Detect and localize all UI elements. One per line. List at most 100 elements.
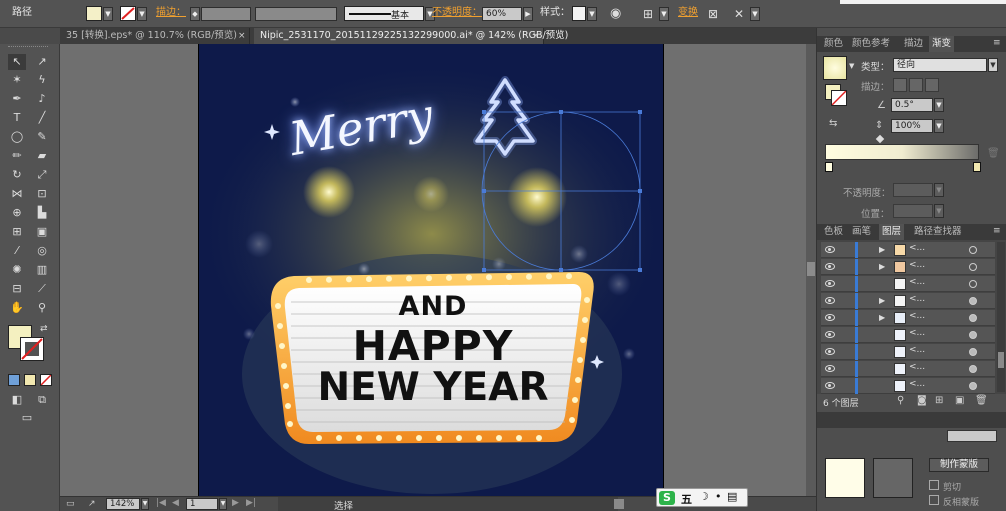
stroke-gradient-along-icon[interactable] — [909, 78, 923, 92]
gradient-slider-bar[interactable] — [825, 144, 979, 160]
style-swatch[interactable] — [572, 6, 586, 21]
curvature-tool-icon[interactable]: ♪ — [33, 91, 51, 107]
expand-arrow-icon[interactable]: ▶ — [879, 245, 885, 254]
stroke-dropdown[interactable]: ▼ — [137, 7, 147, 21]
mesh-tool-icon[interactable]: ⊞ — [8, 224, 26, 240]
artboard-nav-icon[interactable]: ▭ — [66, 499, 78, 509]
line-tool-icon[interactable]: ╱ — [33, 110, 51, 126]
target-icon[interactable] — [969, 297, 977, 305]
scale-tool-icon[interactable]: ⤢ — [33, 167, 51, 183]
zoom-tool-icon[interactable]: ⚲ — [33, 300, 51, 316]
h-scroll-thumb[interactable] — [614, 499, 624, 509]
transform-link[interactable]: 变换 — [678, 7, 698, 19]
share-icon[interactable]: ↗ — [88, 499, 100, 509]
direct-selection-tool-icon[interactable]: ↗ — [33, 54, 51, 70]
aspect-ratio-input[interactable]: 100% — [891, 119, 933, 133]
visibility-eye-icon[interactable] — [825, 280, 835, 287]
rotate-tool-icon[interactable]: ↻ — [8, 167, 26, 183]
stroke-gradient-within-icon[interactable] — [893, 78, 907, 92]
gradient-preview-dropdown[interactable]: ▼ — [849, 62, 854, 70]
delete-stop-icon[interactable]: 🗑 — [987, 148, 1000, 159]
target-icon[interactable] — [969, 280, 977, 288]
ellipse-tool-icon[interactable]: ◯ — [8, 129, 26, 145]
target-icon[interactable] — [969, 246, 977, 254]
gradient-opacity-dropdown[interactable]: ▼ — [934, 183, 944, 197]
aspect-ratio-dropdown[interactable]: ▼ — [934, 119, 944, 133]
visibility-eye-icon[interactable] — [825, 348, 835, 355]
align-dropdown[interactable]: ▼ — [659, 7, 669, 21]
expand-arrow-icon[interactable]: ▶ — [879, 313, 885, 322]
ime-toolbar[interactable]: S 五 ☽ • ▤ — [656, 488, 748, 507]
tab-doc-2[interactable]: Nipic_2531170_20151129225132299000.ai* @… — [254, 28, 568, 44]
prev-artboard-icon[interactable]: ◀ — [172, 498, 179, 508]
stroke-swatch-none-icon[interactable] — [120, 6, 136, 21]
tab-swatches[interactable]: 色板 — [821, 224, 846, 240]
stroke-color-box[interactable] — [20, 337, 44, 361]
layer-row[interactable]: ▶ <... — [821, 242, 995, 258]
layer-row[interactable]: ▶ <... — [821, 310, 995, 326]
angle-input[interactable]: 0.5° — [891, 98, 933, 112]
visibility-eye-icon[interactable] — [825, 314, 835, 321]
swap-colors-icon[interactable]: ⇄ — [40, 324, 48, 334]
fill-dropdown[interactable]: ▼ — [103, 7, 113, 21]
tab-stroke[interactable]: 描边 — [901, 36, 926, 52]
moon-icon[interactable]: ☽ — [699, 490, 709, 503]
visibility-eye-icon[interactable] — [825, 331, 835, 338]
gradient-stop-right[interactable] — [973, 162, 981, 172]
layer-row[interactable]: <... — [821, 378, 995, 394]
tab-gradient[interactable]: 渐变 — [929, 36, 955, 52]
artboard-tool-icon[interactable]: ⊟ — [8, 281, 26, 297]
gradient-tool-icon[interactable]: ▣ — [33, 224, 51, 240]
new-layer-icon[interactable]: ▣ — [955, 395, 964, 406]
tab-close-icon[interactable]: × — [238, 28, 246, 44]
artboard[interactable]: Merry AND HAPPY NEW YEAR — [198, 44, 664, 497]
target-icon[interactable] — [969, 314, 977, 322]
punctuation-icon[interactable]: • — [715, 490, 722, 503]
artboard-dropdown[interactable]: ▼ — [219, 498, 227, 510]
tab-doc-1[interactable]: 35 [转换].eps* @ 110.7% (RGB/预览) × — [60, 28, 250, 44]
visibility-eye-icon[interactable] — [825, 365, 835, 372]
layer-row[interactable]: ▶ <... — [821, 293, 995, 309]
selection-tool-icon[interactable]: ↖ — [8, 54, 26, 70]
layers-scrollbar[interactable] — [997, 242, 1005, 392]
expand-arrow-icon[interactable]: ▶ — [879, 296, 885, 305]
paintbrush-tool-icon[interactable]: ✎ — [33, 129, 51, 145]
pen-tool-icon[interactable]: ✒ — [8, 91, 26, 107]
gradient-type-select[interactable]: 径向 — [893, 58, 987, 72]
tab-color-guide[interactable]: 颜色参考 — [849, 36, 893, 52]
stroke-weight-field[interactable] — [201, 7, 251, 21]
magic-wand-tool-icon[interactable]: ✶ — [8, 72, 26, 88]
isolate-icon[interactable]: ⊠ — [708, 6, 724, 22]
eraser-tool-icon[interactable]: ▰ — [33, 148, 51, 164]
first-artboard-icon[interactable]: |◀ — [156, 498, 166, 508]
layer-row[interactable]: <... — [821, 327, 995, 343]
ime-mode[interactable]: 五 — [681, 491, 692, 507]
perspective-grid-tool-icon[interactable]: ▙ — [33, 205, 51, 221]
layer-row[interactable]: <... — [821, 361, 995, 377]
lasso-tool-icon[interactable]: ϟ — [33, 72, 51, 88]
type-tool-icon[interactable]: T — [8, 110, 26, 126]
none-mode-icon[interactable] — [40, 374, 52, 386]
slice-tool-icon[interactable]: ⟋ — [33, 281, 51, 297]
recolor-icon[interactable]: ◉ — [610, 6, 626, 22]
gradient-preview-swatch[interactable] — [823, 56, 847, 80]
opacity-input[interactable]: 60% — [482, 7, 522, 21]
color-mode-icon[interactable] — [8, 374, 20, 386]
opacity-dropdown[interactable]: ▶ — [523, 7, 533, 21]
target-icon[interactable] — [969, 382, 977, 390]
location-dropdown[interactable]: ▼ — [934, 204, 944, 218]
target-icon[interactable] — [969, 263, 977, 271]
tab-color[interactable]: 颜色 — [821, 36, 846, 52]
width-tool-icon[interactable]: ⋈ — [8, 186, 26, 202]
column-graph-tool-icon[interactable]: ▥ — [33, 262, 51, 278]
tab-layers[interactable]: 图层 — [879, 224, 905, 240]
panel-menu-icon[interactable]: ≡ — [993, 38, 1001, 48]
make-clip-mask-icon[interactable]: ◙ — [917, 395, 927, 406]
opacity-label[interactable]: 不透明度： — [432, 7, 482, 19]
eyedropper-tool-icon[interactable]: ⁄ — [8, 243, 26, 259]
gradient-opacity-input[interactable] — [893, 183, 933, 197]
target-icon[interactable] — [969, 331, 977, 339]
tab-close-icon[interactable]: × — [532, 28, 540, 44]
midpoint-diamond[interactable] — [875, 134, 885, 144]
free-transform-tool-icon[interactable]: ⊡ — [33, 186, 51, 202]
